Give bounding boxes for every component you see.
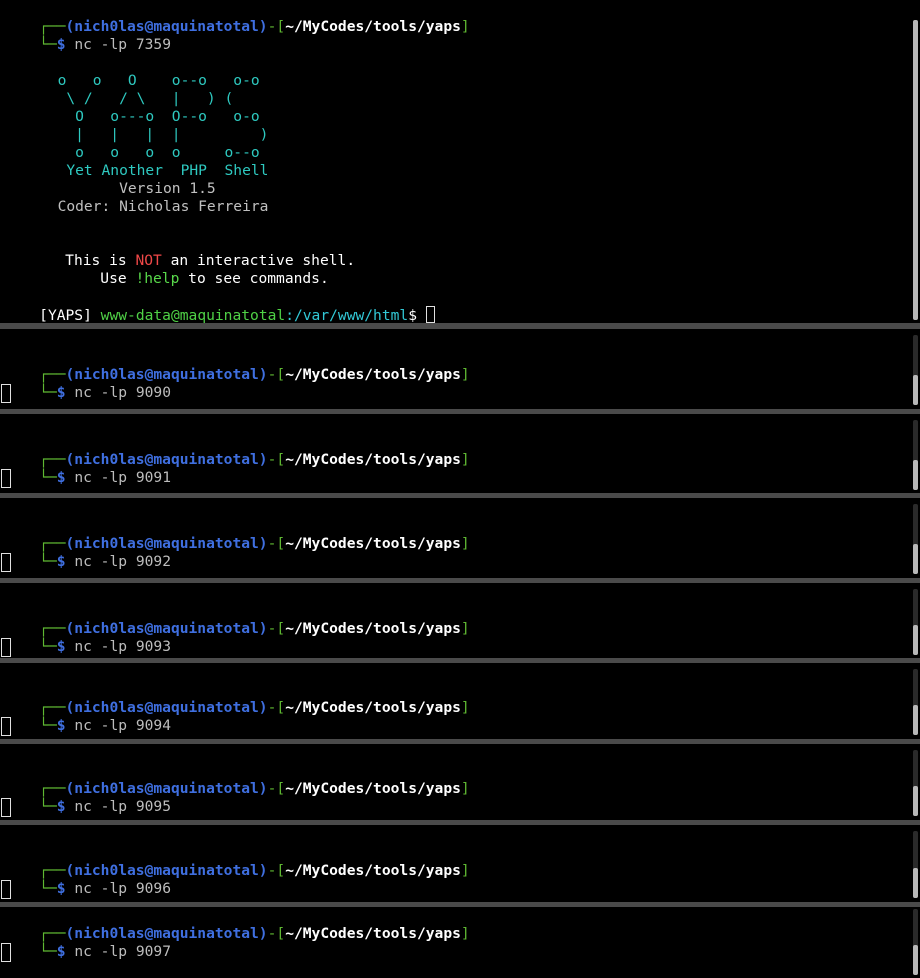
scrollbar[interactable] [913,909,918,975]
banner-coder: Coder: Nicholas Ferreira [40,198,269,215]
scrollbar[interactable] [913,335,918,405]
text-cursor [1,943,11,962]
terminal-pane-6[interactable]: ┌──(nich0las@maquinatotal)-[~/MyCodes/to… [0,663,920,739]
scrollbar[interactable] [913,589,918,655]
scroll-thumb[interactable] [913,375,918,405]
scrollbar[interactable] [913,20,918,320]
text-cursor [1,880,11,899]
scrollbar[interactable] [913,831,918,898]
terminal-pane-3[interactable]: ┌──(nich0las@maquinatotal)-[~/MyCodes/to… [0,414,920,493]
scrollbar[interactable] [913,750,918,816]
command-text: nc -lp 9096 [74,880,171,897]
command-text: nc -lp 9094 [74,717,171,734]
scroll-thumb[interactable] [913,544,918,574]
scroll-thumb[interactable] [913,786,918,816]
yaps-tag: [YAPS] [39,307,92,323]
notice-line: This is NOT an interactive shell. [65,252,356,269]
prompt-line: ┌──(nich0las@maquinatotal)-[~/MyCodes/to… [39,780,470,797]
prompt-line: ┌──(nich0las@maquinatotal)-[~/MyCodes/to… [39,620,470,637]
ascii-art-line: o o o o o--o [40,144,269,161]
terminal-pane-8[interactable]: ┌──(nich0las@maquinatotal)-[~/MyCodes/to… [0,825,920,902]
command-text: nc -lp 9090 [74,384,171,401]
command-line: └─$ nc -lp 9094 [39,717,171,734]
text-cursor [1,384,11,403]
command-text: nc -lp 7359 [74,36,171,53]
ascii-art-line: o o O o--o o-o [40,72,269,89]
prompt-line: ┌──(nich0las@maquinatotal)-[~/MyCodes/to… [39,451,470,468]
text-cursor [425,306,435,323]
command-line: └─$ nc -lp 9093 [39,638,171,655]
scroll-thumb[interactable] [913,460,918,490]
command-line: └─$ nc -lp 9096 [39,880,171,897]
help-command: !help [135,270,180,287]
scrollbar[interactable] [913,420,918,490]
banner-title: Yet Another PHP Shell [40,162,269,179]
text-cursor [1,798,11,817]
scroll-thumb[interactable] [913,20,918,320]
terminal-pane-4[interactable]: ┌──(nich0las@maquinatotal)-[~/MyCodes/to… [0,498,920,578]
command-line: └─$ nc -lp 9097 [39,943,171,960]
command-text: nc -lp 9093 [74,638,171,655]
command-text: nc -lp 9095 [74,798,171,815]
prompt-line: ┌──(nich0las@maquinatotal)-[~/MyCodes/to… [39,535,470,552]
terminal-pane-9[interactable]: ┌──(nich0las@maquinatotal)-[~/MyCodes/to… [0,907,920,978]
scrollbar[interactable] [913,504,918,574]
scrollbar[interactable] [913,669,918,735]
command-line: └─$ nc -lp 9091 [39,469,171,486]
prompt-line: ┌──(nich0las@maquinatotal)-[~/MyCodes/to… [39,925,470,942]
terminal-pane-2[interactable]: ┌──(nich0las@maquinatotal)-[~/MyCodes/to… [0,329,920,409]
banner-version: Version 1.5 [40,180,216,197]
ascii-art-line: | | | | ) [40,126,269,143]
ascii-art-line: \ / / \ | ) ( [40,90,269,107]
prompt-line: ┌──(nich0las@maquinatotal)-[~/MyCodes/to… [39,699,470,716]
command-text: nc -lp 9091 [74,469,171,486]
scroll-thumb[interactable] [913,945,918,975]
command-text: nc -lp 9092 [74,553,171,570]
text-cursor [1,638,11,657]
text-cursor [1,469,11,488]
command-line: └─$ nc -lp 9092 [39,553,171,570]
yaps-prompt-line[interactable]: [YAPS] www-data@maquinatotal:/var/www/ht… [4,288,435,323]
text-cursor [1,717,11,736]
prompt-line-1: ┌──(nich0las@maquinatotal)-[~/MyCodes/to… [39,18,470,35]
command-line-1: └─$ nc -lp 7359 [39,36,171,53]
terminal-pane-7[interactable]: ┌──(nich0las@maquinatotal)-[~/MyCodes/to… [0,744,920,820]
text-cursor [1,553,11,572]
terminal-pane-1[interactable]: ┌──(nich0las@maquinatotal)-[~/MyCodes/to… [0,0,920,323]
yaps-user: www-data@maquinatotal [100,307,286,323]
ascii-art-line: O o---o O--o o-o [40,108,269,125]
prompt-line: ┌──(nich0las@maquinatotal)-[~/MyCodes/to… [39,862,470,879]
command-line: └─$ nc -lp 9095 [39,798,171,815]
prompt-line: ┌──(nich0las@maquinatotal)-[~/MyCodes/to… [39,366,470,383]
command-line: └─$ nc -lp 9090 [39,384,171,401]
terminal-pane-5[interactable]: ┌──(nich0las@maquinatotal)-[~/MyCodes/to… [0,583,920,658]
command-text: nc -lp 9097 [74,943,171,960]
help-line: Use !help to see commands. [65,270,329,287]
yaps-path: :/var/www/html [285,307,409,323]
scroll-thumb[interactable] [913,625,918,655]
scroll-thumb[interactable] [913,868,918,898]
scroll-thumb[interactable] [913,705,918,735]
